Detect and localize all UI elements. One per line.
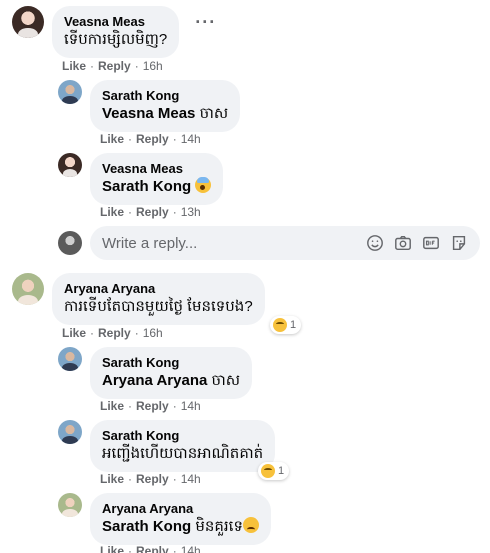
mention-tag[interactable]: Aryana Aryana — [102, 372, 207, 389]
avatar[interactable] — [58, 420, 82, 444]
comment-bubble: Sarath Kong Veasna Meas ចាស — [90, 80, 241, 132]
comment-bubble: Veasna Meas Sarath Kong — [90, 153, 224, 205]
comment-actions: Like · Reply · 14h — [100, 132, 201, 146]
reply-placeholder[interactable]: Write a reply... — [102, 235, 366, 252]
mention-tag[interactable]: Sarath Kong — [102, 178, 191, 195]
sticker-icon[interactable] — [450, 234, 468, 252]
comment-author[interactable]: Sarath Kong — [102, 428, 263, 444]
avatar[interactable] — [58, 347, 82, 371]
emoji-icon[interactable] — [366, 234, 384, 252]
reply-link[interactable]: Reply — [98, 326, 131, 340]
like-link[interactable]: Like — [100, 399, 124, 413]
face-screaming-icon — [195, 177, 212, 193]
more-options-icon[interactable]: ··· — [195, 12, 216, 33]
comment-text: Sarath Kong — [102, 177, 212, 197]
comment-text: Veasna Meas ចាស — [102, 105, 229, 122]
like-link[interactable]: Like — [100, 472, 124, 486]
reply-veasna: Veasna Meas Sarath Kong — [58, 153, 224, 205]
reply-link[interactable]: Reply — [136, 472, 169, 486]
comment-bubble: Veasna Meas ទើបការម្សិលមិញ? — [52, 6, 180, 58]
comment-actions: Like · Reply · 14h — [100, 543, 201, 553]
comment-text: ការទើបតែបានមួយថ្ងៃ មែនទេបង? — [64, 298, 253, 315]
avatar[interactable] — [58, 80, 82, 104]
reaction-count: 1 — [290, 319, 297, 331]
camera-icon[interactable] — [394, 234, 412, 252]
comment-author[interactable]: Veasna Meas — [102, 161, 211, 177]
avatar[interactable] — [12, 273, 44, 305]
comment-author[interactable]: Aryana Aryana — [64, 281, 253, 297]
comment-veasna-top: Veasna Meas ទើបការម្សិលមិញ? ··· — [12, 6, 216, 58]
like-link[interactable]: Like — [62, 59, 86, 73]
avatar[interactable] — [12, 6, 44, 38]
reply-link[interactable]: Reply — [98, 59, 131, 73]
reply-link[interactable]: Reply — [136, 544, 169, 553]
sad-reaction-icon — [261, 464, 275, 478]
comment-text: អញ្ជើងហើយបានអាណិតគាត់ — [102, 445, 264, 462]
like-link[interactable]: Like — [100, 544, 124, 553]
timestamp[interactable]: 13h — [181, 205, 201, 219]
comment-author[interactable]: Veasna Meas — [64, 14, 167, 30]
timestamp[interactable]: 14h — [181, 544, 201, 553]
comment-actions: Like · Reply · 16h — [62, 59, 163, 73]
current-user-avatar — [58, 231, 82, 255]
comment-actions: Like · Reply · 16h — [62, 326, 163, 340]
avatar[interactable] — [58, 153, 82, 177]
comment-actions: Like · Reply · 13h — [100, 205, 201, 219]
timestamp[interactable]: 14h — [181, 399, 201, 413]
comment-author[interactable]: Sarath Kong — [102, 88, 228, 104]
comment-bubble: Sarath Kong អញ្ជើងហើយបានអាណិតគាត់ — [90, 420, 276, 472]
comment-bubble: Aryana Aryana ការទើបតែបានមួយថ្ងៃ មែនទេបង… — [52, 273, 265, 325]
comment-bubble: Sarath Kong Aryana Aryana ចាស — [90, 347, 253, 399]
comment-bubble: Aryana Aryana Sarath Kong មិនគួរទេ — [90, 493, 271, 545]
reply-aryana: Aryana Aryana Sarath Kong មិនគួរទេ — [58, 493, 271, 545]
reply-link[interactable]: Reply — [136, 132, 169, 146]
reply-link[interactable]: Reply — [136, 205, 169, 219]
timestamp[interactable]: 16h — [143, 326, 163, 340]
comment-text: Aryana Aryana ចាស — [102, 372, 241, 389]
like-link[interactable]: Like — [100, 205, 124, 219]
reaction-badge[interactable]: 1 — [258, 462, 290, 480]
comment-text: ទើបការម្សិលមិញ? — [64, 31, 168, 48]
timestamp[interactable]: 14h — [181, 472, 201, 486]
timestamp[interactable]: 16h — [143, 59, 163, 73]
timestamp[interactable]: 14h — [181, 132, 201, 146]
mention-tag[interactable]: Veasna Meas — [102, 105, 195, 122]
like-link[interactable]: Like — [100, 132, 124, 146]
haha-reaction-icon — [273, 318, 287, 332]
reply-input[interactable]: Write a reply... — [90, 226, 480, 260]
comment-author[interactable]: Sarath Kong — [102, 355, 240, 371]
avatar[interactable] — [58, 493, 82, 517]
reply-sarath-1: Sarath Kong Veasna Meas ចាស — [58, 80, 241, 132]
reply-link[interactable]: Reply — [136, 399, 169, 413]
sad-face-icon — [242, 517, 259, 533]
reaction-badge[interactable]: 1 — [270, 316, 302, 334]
mention-tag[interactable]: Sarath Kong — [102, 518, 191, 535]
comment-text: Sarath Kong មិនគួរទេ — [102, 517, 259, 537]
reply-sarath-3: Sarath Kong អញ្ជើងហើយបានអាណិតគាត់ — [58, 420, 276, 472]
gif-icon[interactable] — [422, 234, 440, 252]
comment-aryana-top: Aryana Aryana ការទើបតែបានមួយថ្ងៃ មែនទេបង… — [12, 273, 265, 325]
comment-actions: Like · Reply · 14h — [100, 399, 201, 413]
reply-sarath-2: Sarath Kong Aryana Aryana ចាស — [58, 347, 253, 399]
comment-actions: Like · Reply · 14h — [100, 472, 201, 486]
like-link[interactable]: Like — [62, 326, 86, 340]
reaction-count: 1 — [278, 465, 285, 477]
comment-author[interactable]: Aryana Aryana — [102, 501, 259, 517]
